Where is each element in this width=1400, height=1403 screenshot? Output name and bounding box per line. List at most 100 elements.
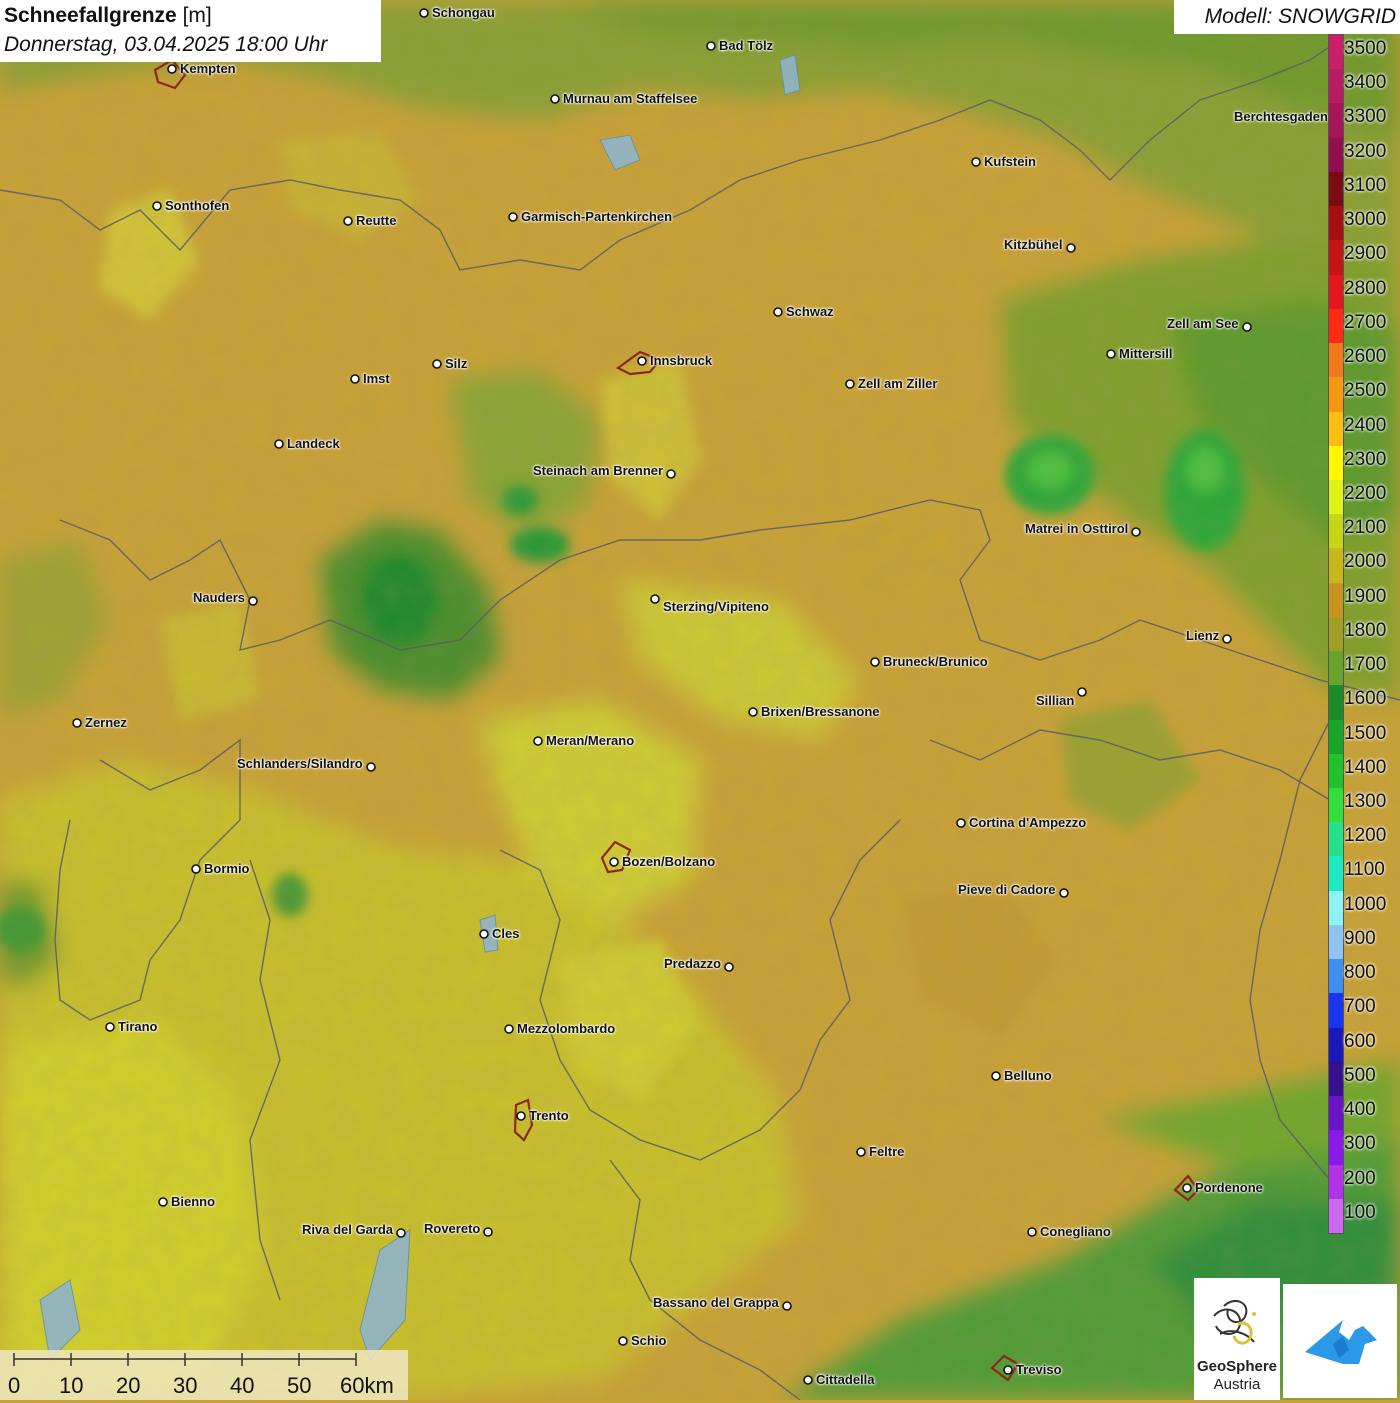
city-dot[interactable] xyxy=(508,212,518,222)
city-label[interactable]: Belluno xyxy=(1004,1069,1052,1082)
city-label[interactable]: Mittersill xyxy=(1119,347,1172,360)
city-dot[interactable] xyxy=(637,356,647,366)
city-dot[interactable] xyxy=(971,157,981,167)
city-label[interactable]: Bozen/Bolzano xyxy=(622,855,715,868)
city-label[interactable]: Nauders xyxy=(193,591,245,604)
city-label[interactable]: Pordenone xyxy=(1195,1181,1263,1194)
city-label[interactable]: Matrei in Osttirol xyxy=(1025,522,1128,535)
city-dot[interactable] xyxy=(550,94,560,104)
city-label[interactable]: Silz xyxy=(445,357,467,370)
city-dot[interactable] xyxy=(856,1147,866,1157)
city-label[interactable]: Feltre xyxy=(869,1145,904,1158)
city-dot[interactable] xyxy=(748,707,758,717)
city-label[interactable]: Bad Tölz xyxy=(719,39,773,52)
city-label[interactable]: Tirano xyxy=(118,1020,158,1033)
geosphere-logo[interactable]: GeoSphere Austria xyxy=(1194,1278,1280,1400)
city-dot[interactable] xyxy=(1077,687,1087,697)
city-dot[interactable] xyxy=(152,201,162,211)
city-label[interactable]: Cortina d'Ampezzo xyxy=(969,816,1086,829)
city-label[interactable]: Landeck xyxy=(287,437,340,450)
city-dot[interactable] xyxy=(1003,1365,1013,1375)
city-dot[interactable] xyxy=(350,374,360,384)
city-label[interactable]: Bienno xyxy=(171,1195,215,1208)
city-label[interactable]: Trento xyxy=(529,1109,569,1122)
city-dot[interactable] xyxy=(167,64,177,74)
city-dot[interactable] xyxy=(533,736,543,746)
city-dot[interactable] xyxy=(666,469,676,479)
city-label[interactable]: Schongau xyxy=(432,6,495,19)
city-dot[interactable] xyxy=(516,1111,526,1121)
city-dot[interactable] xyxy=(1242,322,1252,332)
city-label[interactable]: Berchtesgaden xyxy=(1234,110,1328,123)
city-label[interactable]: Kitzbühel xyxy=(1004,238,1063,251)
city-label[interactable]: Schio xyxy=(631,1334,666,1347)
city-dot[interactable] xyxy=(609,857,619,867)
city-label[interactable]: Reutte xyxy=(356,214,396,227)
city-dot[interactable] xyxy=(1182,1183,1192,1193)
city-dot[interactable] xyxy=(158,1197,168,1207)
city-label[interactable]: Conegliano xyxy=(1040,1225,1111,1238)
city-dot[interactable] xyxy=(432,359,442,369)
city-dot[interactable] xyxy=(782,1301,792,1311)
city-dot[interactable] xyxy=(1066,243,1076,253)
city-label[interactable]: Murnau am Staffelsee xyxy=(563,92,697,105)
city-label[interactable]: Pieve di Cadore xyxy=(958,883,1056,896)
city-dot[interactable] xyxy=(366,762,376,772)
city-dot[interactable] xyxy=(618,1336,628,1346)
city-label[interactable]: Mezzolombardo xyxy=(517,1022,615,1035)
city-label[interactable]: Bruneck/Brunico xyxy=(883,655,988,668)
city-dot[interactable] xyxy=(956,818,966,828)
city-label[interactable]: Sonthofen xyxy=(165,199,229,212)
city-dot[interactable] xyxy=(1106,349,1116,359)
city-dot[interactable] xyxy=(803,1375,813,1385)
city-dot[interactable] xyxy=(1059,888,1069,898)
city-label[interactable]: Predazzo xyxy=(664,957,721,970)
city-label[interactable]: Sterzing/Vipiteno xyxy=(663,600,769,613)
city-label[interactable]: Lienz xyxy=(1186,629,1219,642)
city-dot[interactable] xyxy=(105,1022,115,1032)
city-dot[interactable] xyxy=(504,1024,514,1034)
city-label[interactable]: Garmisch-Partenkirchen xyxy=(521,210,672,223)
city-label[interactable]: Riva del Garda xyxy=(302,1223,393,1236)
city-label[interactable]: Kufstein xyxy=(984,155,1036,168)
city-dot[interactable] xyxy=(773,307,783,317)
city-label[interactable]: Innsbruck xyxy=(650,354,712,367)
city-label[interactable]: Schwaz xyxy=(786,305,834,318)
city-label[interactable]: Imst xyxy=(363,372,390,385)
city-dot[interactable] xyxy=(479,929,489,939)
app-logo[interactable] xyxy=(1283,1284,1397,1398)
city-dot[interactable] xyxy=(248,596,258,606)
city-dot[interactable] xyxy=(191,864,201,874)
city-label[interactable]: Rovereto xyxy=(424,1222,480,1235)
city-dot[interactable] xyxy=(870,657,880,667)
city-label[interactable]: Brixen/Bressanone xyxy=(761,705,880,718)
city-dot[interactable] xyxy=(650,594,660,604)
city-dot[interactable] xyxy=(845,379,855,389)
geosphere-emblem-icon xyxy=(1213,1299,1256,1345)
city-dot[interactable] xyxy=(419,8,429,18)
city-label[interactable]: Sillian xyxy=(1036,694,1074,707)
city-dot[interactable] xyxy=(1131,527,1141,537)
city-label[interactable]: Cittadella xyxy=(816,1373,875,1386)
city-dot[interactable] xyxy=(72,718,82,728)
city-label[interactable]: Zernez xyxy=(85,716,127,729)
city-label[interactable]: Bassano del Grappa xyxy=(653,1296,779,1309)
city-label[interactable]: Schlanders/Silandro xyxy=(237,757,363,770)
city-dot[interactable] xyxy=(991,1071,1001,1081)
city-label[interactable]: Bormio xyxy=(204,862,250,875)
city-label[interactable]: Kempten xyxy=(180,62,236,75)
city-label[interactable]: Meran/Merano xyxy=(546,734,634,747)
city-dot[interactable] xyxy=(1027,1227,1037,1237)
city-dot[interactable] xyxy=(483,1227,493,1237)
city-dot[interactable] xyxy=(724,962,734,972)
city-dot[interactable] xyxy=(396,1228,406,1238)
city-label[interactable]: Zell am See xyxy=(1167,317,1239,330)
city-dot[interactable] xyxy=(274,439,284,449)
city-dot[interactable] xyxy=(706,41,716,51)
city-label[interactable]: Steinach am Brenner xyxy=(533,464,663,477)
city-dot[interactable] xyxy=(343,216,353,226)
city-dot[interactable] xyxy=(1222,634,1232,644)
city-label[interactable]: Treviso xyxy=(1016,1363,1062,1376)
city-label[interactable]: Zell am Ziller xyxy=(858,377,937,390)
city-label[interactable]: Cles xyxy=(492,927,519,940)
